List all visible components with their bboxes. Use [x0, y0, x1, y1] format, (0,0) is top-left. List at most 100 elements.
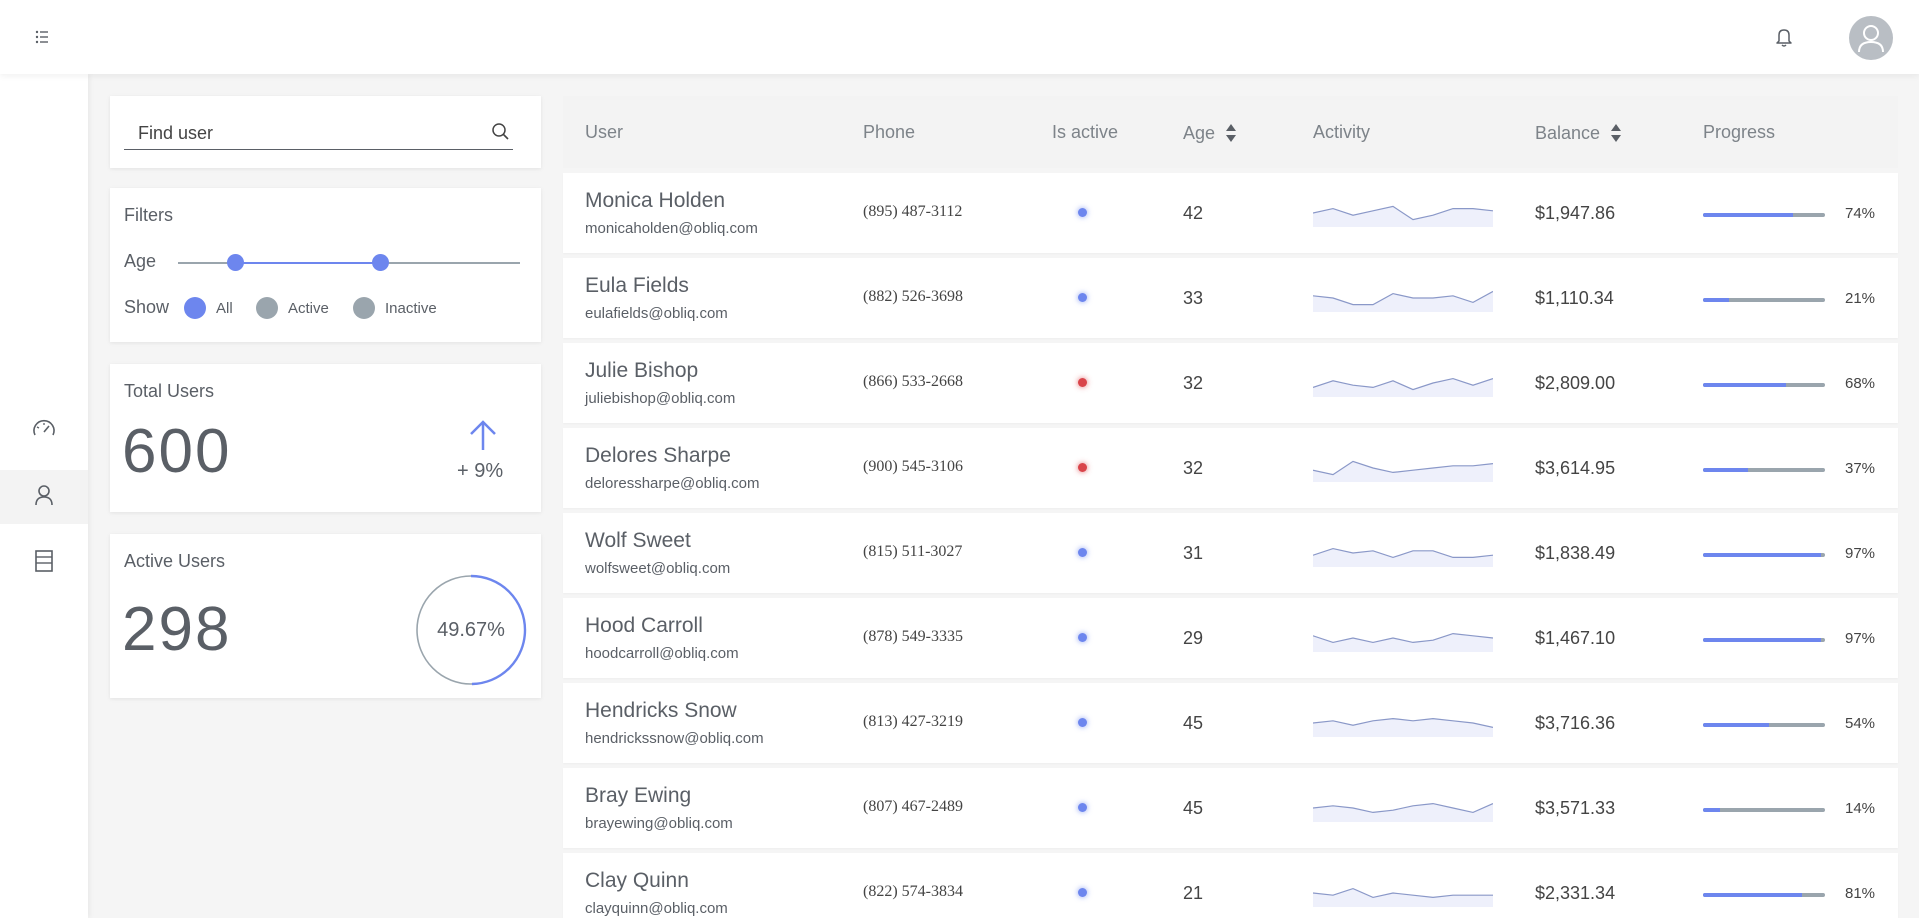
user-balance: $3,716.36 — [1535, 713, 1616, 733]
sparkline-area — [1313, 718, 1493, 737]
radio-unselected-icon — [256, 297, 278, 319]
progress-percent: 81% — [1845, 885, 1876, 902]
radio-label: Inactive — [385, 299, 437, 317]
activity-sparkline — [1313, 887, 1493, 907]
filters-title: Filters — [124, 205, 173, 225]
user-phone: (815) 511-3027 — [863, 543, 963, 560]
radio-selected-icon — [184, 297, 206, 319]
sidebar-item-dashboard[interactable] — [0, 405, 88, 459]
user-phone: (807) 467-2489 — [863, 798, 963, 815]
show-all-radio[interactable]: All — [184, 297, 233, 319]
user-email: wolfsweet@obliq.com — [585, 560, 731, 577]
activity-sparkline — [1313, 290, 1493, 312]
user-age: 42 — [1183, 203, 1204, 223]
user-phone: (813) 427-3219 — [863, 713, 963, 730]
progress-bar — [1703, 893, 1825, 897]
column-header-balance[interactable]: Balance — [1535, 122, 1622, 144]
progress-percent: 97% — [1845, 630, 1876, 647]
activity-sparkline — [1313, 377, 1493, 397]
active-status-indicator — [1078, 888, 1087, 897]
active-status-indicator — [1078, 718, 1087, 727]
progress-bar-fill — [1703, 893, 1802, 897]
sort-icon[interactable] — [1225, 122, 1237, 144]
table-row[interactable]: Clay Quinn clayquinn@obliq.com (822) 574-3… — [563, 853, 1898, 918]
active-status-indicator — [1078, 633, 1087, 642]
list-icon[interactable] — [33, 28, 53, 46]
progress-percent: 74% — [1845, 205, 1876, 222]
user-phone: (878) 549-3335 — [863, 628, 963, 645]
table-row[interactable]: Wolf Sweet wolfsweet@obliq.com (815) 511-3… — [563, 513, 1898, 593]
search-card — [110, 96, 541, 168]
table-row[interactable]: Eula Fields eulafields@obliq.com (882) 526… — [563, 258, 1898, 338]
active-status-indicator — [1078, 293, 1087, 302]
sparkline-area — [1313, 206, 1493, 227]
sidebar-item-data[interactable] — [0, 536, 88, 590]
user-age: 31 — [1183, 543, 1204, 563]
radio-label: All — [216, 299, 233, 317]
column-header-age[interactable]: Age — [1183, 122, 1237, 144]
total-users-delta: + 9% — [457, 460, 504, 482]
top-bar — [0, 0, 1919, 74]
table-row[interactable]: Hendricks Snow hendrickssnow@obliq.com (81… — [563, 683, 1898, 763]
user-balance: $2,809.00 — [1535, 373, 1616, 393]
active-status-indicator — [1078, 548, 1087, 557]
user-balance: $2,331.34 — [1535, 883, 1616, 903]
user-balance: $1,838.49 — [1535, 543, 1616, 563]
progress-bar-fill — [1703, 468, 1749, 472]
progress-percent: 97% — [1845, 545, 1876, 562]
progress-bar-fill — [1703, 383, 1786, 387]
activity-sparkline — [1313, 460, 1493, 482]
active-status-indicator — [1078, 378, 1087, 387]
column-header-phone: Phone — [863, 122, 916, 142]
progress-bar-fill — [1703, 213, 1794, 217]
search-input[interactable] — [124, 118, 513, 150]
user-name: Eula Fields — [585, 274, 689, 297]
total-users-card: Total Users 600 + 9% — [110, 364, 541, 512]
user-name: Monica Holden — [585, 189, 726, 212]
column-header-user: User — [585, 122, 624, 142]
user-age: 45 — [1183, 798, 1204, 818]
sparkline-area — [1313, 888, 1493, 907]
user-email: juliebishop@obliq.com — [585, 390, 736, 407]
user-age: 32 — [1183, 458, 1204, 478]
user-balance: $1,110.34 — [1535, 288, 1614, 308]
user-email: hendrickssnow@obliq.com — [585, 730, 764, 747]
table-row[interactable]: Hood Carroll hoodcarroll@obliq.com (878) 5… — [563, 598, 1898, 678]
sparkline-area — [1313, 633, 1493, 652]
activity-sparkline — [1313, 205, 1493, 227]
sidebar — [0, 74, 88, 918]
sort-icon[interactable] — [1610, 122, 1622, 144]
active-users-card: Active Users 298 49.67% — [110, 534, 541, 698]
user-name: Bray Ewing — [585, 784, 692, 807]
age-max-handle[interactable] — [372, 254, 389, 271]
show-active-radio[interactable]: Active — [256, 297, 329, 319]
progress-bar — [1703, 383, 1825, 387]
user-name: Wolf Sweet — [585, 529, 691, 552]
radio-unselected-icon — [353, 297, 375, 319]
activity-sparkline — [1313, 547, 1493, 567]
progress-bar-fill — [1703, 298, 1729, 302]
table-row[interactable]: Delores Sharpe deloressharpe@obliq.com (90… — [563, 428, 1898, 508]
user-icon — [33, 483, 55, 512]
progress-percent: 14% — [1845, 800, 1876, 817]
user-age: 32 — [1183, 373, 1204, 393]
table-row[interactable]: Julie Bishop juliebishop@obliq.com (866) 5… — [563, 343, 1898, 423]
user-name: Clay Quinn — [585, 869, 689, 892]
total-users-value: 600 — [122, 417, 232, 486]
user-email: deloressharpe@obliq.com — [585, 475, 760, 492]
activity-sparkline — [1313, 717, 1493, 737]
active-users-value: 298 — [122, 595, 232, 664]
users-table-header: User Phone Is active Age Activity Balanc… — [563, 96, 1898, 168]
table-row[interactable]: Monica Holden monicaholden@obliq.com (895)… — [563, 173, 1898, 253]
age-min-handle[interactable] — [227, 254, 244, 271]
user-name: Hendricks Snow — [585, 699, 737, 722]
bell-icon[interactable] — [1772, 25, 1796, 49]
sidebar-item-users[interactable] — [0, 470, 88, 524]
table-row[interactable]: Bray Ewing brayewing@obliq.com (807) 467-2… — [563, 768, 1898, 848]
user-phone: (895) 487-3112 — [863, 203, 963, 220]
show-inactive-radio[interactable]: Inactive — [353, 297, 437, 319]
column-header-progress: Progress — [1703, 122, 1776, 142]
search-icon[interactable] — [491, 122, 511, 142]
user-avatar-icon[interactable] — [1849, 16, 1893, 60]
user-balance: $3,614.95 — [1535, 458, 1616, 478]
